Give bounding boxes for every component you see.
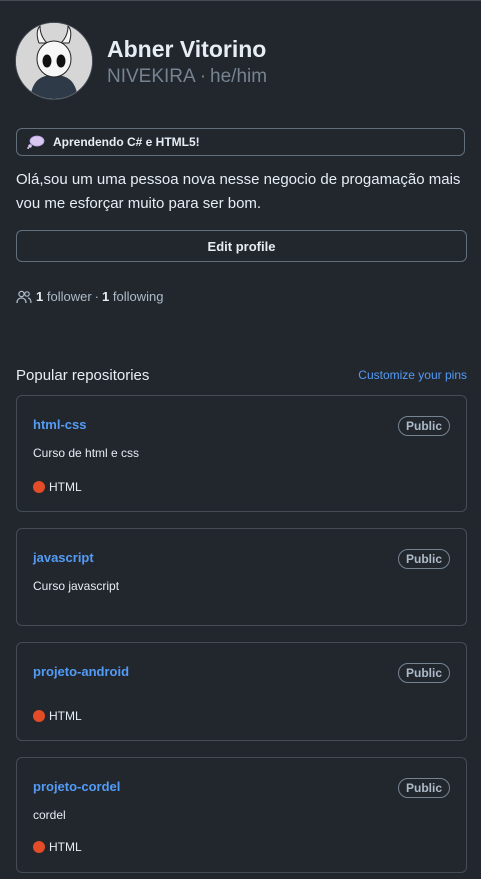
repo-card: projeto-cordel Public cordel HTML (16, 757, 467, 873)
subline-separator: · (199, 66, 207, 87)
popular-repositories-title: Popular repositories (16, 367, 150, 384)
follow-stats: 1 follower · 1 following (16, 289, 163, 304)
language-label: HTML (49, 840, 82, 854)
repo-language: HTML (33, 709, 82, 723)
visibility-badge: Public (397, 663, 450, 683)
customize-pins-link[interactable]: Customize your pins (358, 368, 467, 382)
following-count: 1 (102, 289, 110, 304)
status-text: Aprendendo C# e HTML5! (53, 135, 200, 149)
following-link[interactable]: 1 following (102, 289, 163, 304)
visibility-badge: Public (397, 549, 450, 569)
language-color-dot (33, 481, 45, 493)
repo-name-link[interactable]: projeto-android (33, 664, 129, 679)
profile-subline: NIVEKIRA · he/him (107, 66, 267, 88)
repo-description: cordel (33, 808, 66, 822)
edit-profile-button[interactable]: Edit profile (16, 230, 467, 262)
following-label: following (112, 289, 164, 304)
status-box[interactable]: Aprendendo C# e HTML5! (16, 128, 465, 156)
follow-separator: · (94, 289, 99, 304)
visibility-badge: Public (397, 778, 450, 798)
thought-balloon-icon (27, 135, 45, 149)
profile-name: Abner Vitorino (107, 36, 267, 62)
repo-name-link[interactable]: projeto-cordel (33, 779, 120, 794)
visibility-badge: Public (397, 416, 450, 436)
repo-name-link[interactable]: html-css (33, 417, 86, 432)
top-divider (0, 0, 481, 1)
language-color-dot (33, 841, 45, 853)
repo-card: html-css Public Curso de html e css HTML (16, 395, 467, 512)
repo-card: projeto-android Public HTML (16, 642, 467, 741)
profile-bio: Olá,sou um uma pessoa nova nesse negocio… (16, 171, 461, 212)
username: NIVEKIRA (107, 66, 196, 87)
followers-count: 1 (36, 289, 44, 304)
language-label: HTML (49, 709, 82, 723)
language-label: HTML (49, 480, 82, 494)
hollow-knight-avatar-icon (16, 23, 92, 99)
repo-description: Curso de html e css (33, 446, 140, 460)
repo-language: HTML (33, 840, 82, 854)
repo-language: HTML (33, 480, 82, 494)
repo-description: Curso javascript (33, 579, 120, 593)
repo-name-link[interactable]: javascript (33, 550, 94, 565)
people-icon (16, 290, 32, 303)
followers-link[interactable]: 1 follower (36, 289, 92, 304)
language-color-dot (33, 710, 45, 722)
pronouns: he/him (210, 66, 268, 87)
followers-label: follower (46, 289, 92, 304)
repo-card: javascript Public Curso javascript (16, 528, 467, 626)
avatar[interactable] (15, 22, 93, 100)
